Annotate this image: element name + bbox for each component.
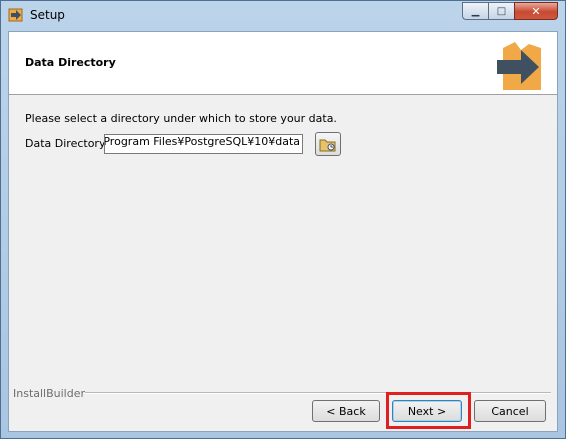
data-directory-value: C:¥Program Files¥PostgreSQL¥10¥data (104, 135, 300, 148)
window-title: Setup (30, 8, 65, 22)
cancel-button[interactable]: Cancel (474, 400, 546, 422)
footer-divider (85, 392, 551, 394)
dialog-client: Data Directory Please select a directory… (8, 31, 558, 432)
page-title: Data Directory (25, 56, 116, 69)
folder-icon (319, 139, 336, 151)
page-header: Data Directory (9, 32, 557, 95)
close-button[interactable]: ✕ (514, 2, 558, 20)
browse-button[interactable] (315, 132, 341, 156)
caption-buttons: ▁ □ ✕ (462, 2, 558, 20)
installbuilder-brand: InstallBuilder (13, 387, 86, 400)
setup-icon (8, 8, 23, 22)
setup-window: Setup ▁ □ ✕ Data Directory Please select… (0, 0, 566, 439)
next-button-highlight (386, 392, 471, 429)
data-directory-label: Data Directory (25, 137, 106, 150)
directory-prompt: Please select a directory under which to… (25, 112, 337, 125)
minimize-icon: ▁ (471, 5, 480, 17)
data-directory-input[interactable]: C:¥Program Files¥PostgreSQL¥10¥data (104, 134, 303, 154)
maximize-icon: □ (496, 5, 507, 17)
minimize-button[interactable]: ▁ (462, 2, 488, 20)
close-icon: ✕ (531, 4, 541, 18)
title-bar[interactable]: Setup ▁ □ ✕ (1, 1, 565, 31)
back-button[interactable]: < Back (312, 400, 380, 422)
arrow-box-icon (497, 42, 541, 90)
maximize-button[interactable]: □ (488, 2, 514, 20)
